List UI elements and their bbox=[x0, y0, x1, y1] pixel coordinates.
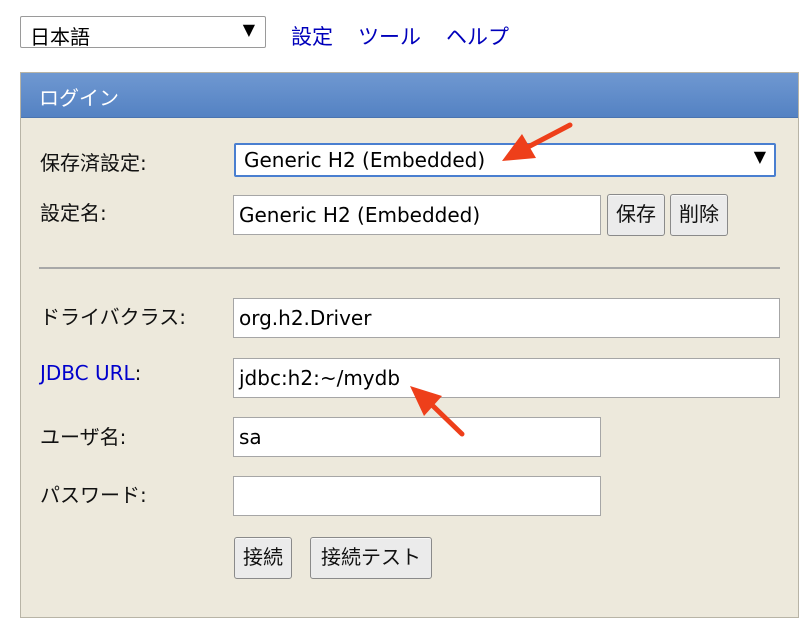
annotation-arrows bbox=[410, 122, 573, 437]
red-arrow-icon bbox=[410, 386, 465, 437]
red-arrow-icon bbox=[502, 122, 573, 161]
h2-console-login-page: 日本語 ▼ 設定 ツール ヘルプ ログイン 保存済設定: Generic H2 … bbox=[0, 0, 810, 634]
